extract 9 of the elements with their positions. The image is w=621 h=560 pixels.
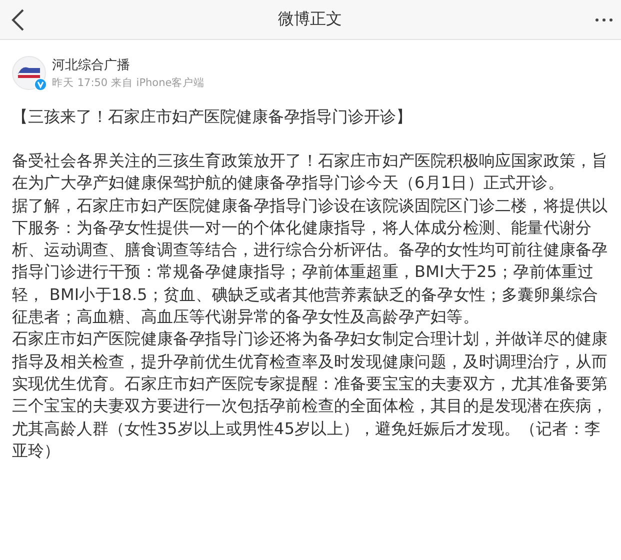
more-icon[interactable] [595,18,613,22]
back-icon[interactable] [11,8,25,32]
author-name[interactable]: 河北综合广播 [52,56,205,74]
post-headline: 【三孩来了！石家庄市妇产医院健康备孕指导门诊开诊】 [12,106,413,128]
page-title: 微博正文 [278,9,342,30]
post-paragraph: 石家庄市妇产医院健康备孕指导门诊还将为备孕妇女制定合理计划，并做详尽的健康指导及相关检查，提升孕前优生优育检查率及时发现健康问题，及时调理治疗，从而实现优生优育。石家庄市妇产医院专家提醒：准备要宝宝的夫妻双方，尤其准备要第三个宝宝的夫妻双方要进行一次包括孕前检查的全面体检，其目的是发现潜在疾病，尤其高龄人群（女性35岁以上或男性45岁以上），避免妊娠后才发现。（记者：李亚玲） [12,328,609,462]
post-paragraph: 据了解，石家庄市妇产医院健康备孕指导门诊设在该院谈固院区门诊二楼，将提供以下服务：为备孕女性提供一对一的个体化健康指导，将人体成分检测、能量代谢分析、运动调查、膳食调查等结合，进行综合分析评估。备孕的女性均可前往健康备孕指导门诊进行干预：常规备孕健康指导；孕前体重超重，BMI大于25；孕前体重过轻， BMI小于18.5；贫血、碘缺乏或者其他营养素缺乏的备孕女性；多囊卵巢综合征患者；高血糖、高血压等代谢异常的备孕女性及高龄孕产妇等。 [12,194,609,328]
post-meta: 昨天 17:50 来自 iPhone客户端 [52,76,205,90]
post-paragraph: 备受社会各界关注的三孩生育政策放开了！石家庄市妇产医院积极响应国家政策，旨在为广大孕产妇健康保驾护航的健康备孕指导门诊今天（6月1日）正式开诊。 [12,150,609,194]
